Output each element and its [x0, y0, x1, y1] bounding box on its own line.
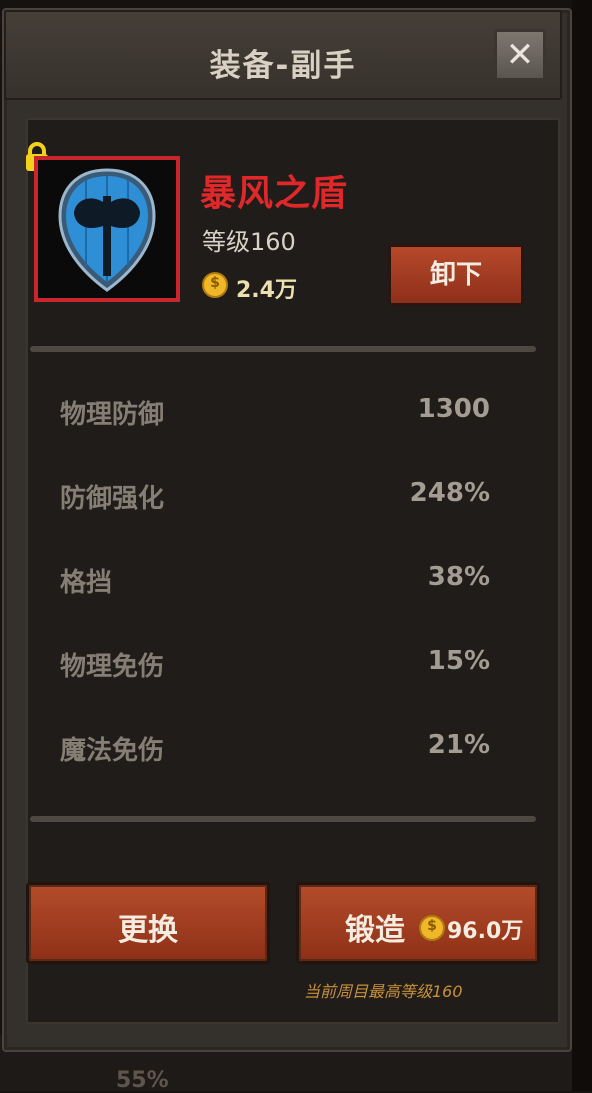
forge-cost: 96.0万 — [447, 919, 524, 944]
stat-value: 248% — [409, 478, 490, 508]
unequip-button[interactable]: 卸下 — [388, 244, 524, 306]
stat-value: 1300 — [417, 394, 490, 424]
replace-label: 更换 — [118, 913, 178, 948]
shield-icon — [58, 168, 156, 292]
forge-label: 锻造 — [345, 913, 405, 948]
stat-label: 格挡 — [60, 568, 113, 598]
coin-icon: $ — [419, 915, 445, 941]
title-bar: 装备-副手 — [4, 10, 562, 100]
divider — [30, 346, 536, 352]
stat-label: 魔法免伤 — [60, 736, 165, 766]
item-slot[interactable] — [34, 156, 180, 302]
item-level: 等级160 — [202, 228, 296, 256]
background-percent-text: 55% — [116, 1068, 169, 1093]
stat-label: 防御强化 — [60, 484, 165, 514]
background-edge — [572, 0, 592, 1091]
stat-value: 21% — [427, 730, 490, 760]
window-title: 装备-副手 — [209, 48, 357, 84]
stat-value: 38% — [427, 562, 490, 592]
unequip-label: 卸下 — [429, 260, 482, 290]
stat-label: 物理防御 — [60, 400, 165, 430]
replace-button[interactable]: 更换 — [26, 882, 270, 964]
stat-value: 15% — [427, 646, 490, 676]
coin-icon: $ — [202, 272, 228, 298]
divider — [30, 816, 536, 822]
close-icon: ✕ — [505, 35, 535, 75]
close-button[interactable]: ✕ — [494, 29, 546, 81]
stat-label: 物理免伤 — [60, 652, 165, 682]
max-level-note: 当前周目最高等级160 — [304, 982, 463, 1001]
item-name: 暴风之盾 — [200, 173, 349, 214]
item-price: 2.4万 — [236, 278, 297, 303]
forge-button[interactable]: 锻造 $ 96.0万 — [296, 882, 540, 964]
